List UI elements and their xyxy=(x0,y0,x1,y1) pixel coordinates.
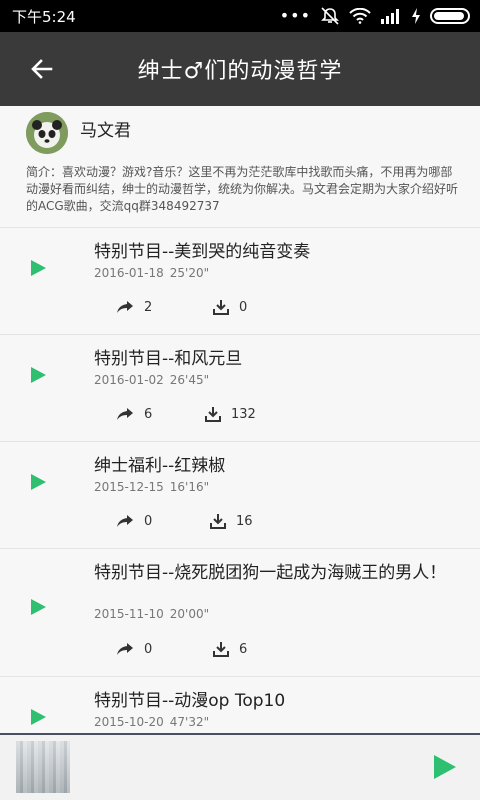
list-item[interactable]: 绅士福利--红辣椒 2015-12-15 16'16" 0 16 xyxy=(0,442,480,549)
status-icons: ••• xyxy=(280,7,470,25)
status-time: 下午5:24 xyxy=(12,7,76,26)
share-arrow-icon xyxy=(117,408,133,420)
episode-meta: 2015-10-20 47'32" xyxy=(94,715,209,729)
play-icon xyxy=(31,709,46,725)
share-arrow-icon xyxy=(117,643,133,655)
list-item[interactable]: 特别节目--动漫op Top10 2015-10-20 47'32" xyxy=(0,677,480,733)
episode-date: 2015-11-10 xyxy=(94,607,164,621)
episode-meta: 2016-01-18 25'20" xyxy=(94,266,209,280)
share-count: 0 xyxy=(144,641,153,657)
play-button[interactable] xyxy=(26,470,50,494)
episode-title: 特别节目--美到哭的纯音变奏 xyxy=(94,242,311,262)
share-count: 0 xyxy=(144,513,153,529)
download-button[interactable]: 132 xyxy=(205,403,256,425)
album-cover[interactable] xyxy=(16,741,70,793)
episode-title: 特别节目--动漫op Top10 xyxy=(94,691,286,711)
episode-duration: 47'32" xyxy=(169,715,210,729)
list-item[interactable]: 特别节目--和风元旦 2016-01-02 26'45" 6 132 xyxy=(0,335,480,442)
list-item[interactable]: 特别节目--烧死脱团狗一起成为海贼王的男人！ 2015-11-10 20'00" … xyxy=(0,549,480,677)
share-count: 6 xyxy=(144,406,153,422)
share-button[interactable]: 0 xyxy=(116,510,152,532)
download-count: 6 xyxy=(239,641,248,657)
download-count: 16 xyxy=(236,513,253,529)
share-arrow-icon xyxy=(117,301,133,313)
author-intro: 简介：喜欢动漫？游戏?音乐？这里不再为茫茫歌库中找歌而头痛，不用再为哪部动漫好看… xyxy=(26,165,459,213)
arrow-left-icon xyxy=(31,59,53,79)
download-icon xyxy=(205,407,221,422)
signal-icon xyxy=(380,8,402,24)
play-icon xyxy=(31,260,46,276)
play-button[interactable] xyxy=(26,595,50,619)
episode-date: 2016-01-18 xyxy=(94,266,164,280)
episode-meta: 2016-01-02 26'45" xyxy=(94,373,209,387)
author-name: 马文君 xyxy=(80,121,131,141)
play-icon xyxy=(31,367,46,383)
share-button[interactable]: 6 xyxy=(116,403,152,425)
share-button[interactable]: 0 xyxy=(116,638,152,660)
toolbar: 绅士♂们的动漫哲学 xyxy=(0,32,480,106)
episode-meta: 2015-12-15 16'16" xyxy=(94,480,209,494)
play-button[interactable] xyxy=(26,363,50,387)
notification-dots-icon: ••• xyxy=(279,6,311,25)
download-button[interactable]: 0 xyxy=(213,296,247,318)
episode-meta: 2015-11-10 20'00" xyxy=(94,607,209,621)
share-button[interactable]: 2 xyxy=(116,296,152,318)
download-icon xyxy=(213,300,229,315)
download-button[interactable]: 6 xyxy=(213,638,247,660)
download-count: 132 xyxy=(231,406,256,422)
share-arrow-icon xyxy=(117,515,133,527)
play-icon xyxy=(31,599,46,615)
episode-title: 绅士福利--红辣椒 xyxy=(94,456,226,476)
download-icon xyxy=(213,642,229,657)
mute-icon xyxy=(320,7,340,25)
episode-duration: 20'00" xyxy=(169,607,210,621)
battery-icon xyxy=(430,8,470,24)
episode-title: 特别节目--烧死脱团狗一起成为海贼王的男人！ xyxy=(94,563,447,583)
episode-date: 2015-12-15 xyxy=(94,480,164,494)
download-icon xyxy=(210,514,226,529)
download-button[interactable]: 16 xyxy=(210,510,253,532)
back-button[interactable] xyxy=(0,32,84,106)
episode-list[interactable]: 特别节目--美到哭的纯音变奏 2016-01-18 25'20" 2 0 特别节目… xyxy=(0,228,480,733)
episode-title: 特别节目--和风元旦 xyxy=(94,349,243,369)
avatar[interactable] xyxy=(26,112,68,154)
charging-icon xyxy=(411,8,421,24)
player-play-button[interactable] xyxy=(432,753,458,781)
episode-duration: 26'45" xyxy=(169,373,210,387)
wifi-icon xyxy=(349,8,371,24)
play-icon xyxy=(31,474,46,490)
play-icon xyxy=(434,755,456,779)
player-bar xyxy=(0,733,480,800)
episode-duration: 25'20" xyxy=(169,266,210,280)
episode-date: 2015-10-20 xyxy=(94,715,164,729)
share-count: 2 xyxy=(144,299,153,315)
author-header: 马文君 简介：喜欢动漫？游戏?音乐？这里不再为茫茫歌库中找歌而头痛，不用再为哪部… xyxy=(0,106,480,228)
play-button[interactable] xyxy=(26,705,50,729)
play-button[interactable] xyxy=(26,256,50,280)
episode-duration: 16'16" xyxy=(169,480,210,494)
episode-date: 2016-01-02 xyxy=(94,373,164,387)
status-bar: 下午5:24 ••• xyxy=(0,0,480,32)
download-count: 0 xyxy=(239,299,248,315)
list-item[interactable]: 特别节目--美到哭的纯音变奏 2016-01-18 25'20" 2 0 xyxy=(0,228,480,335)
